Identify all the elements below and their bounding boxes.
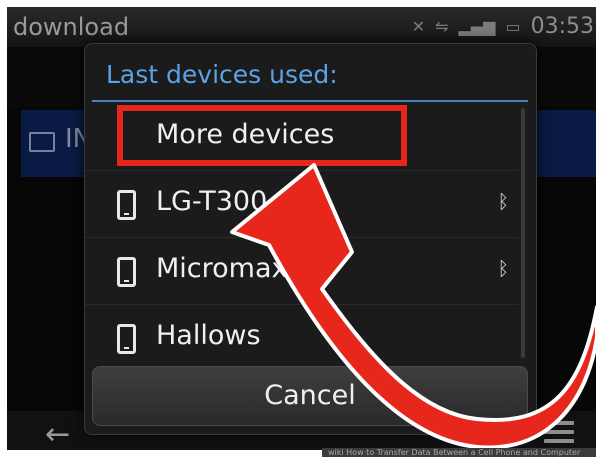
watermark: wiki How to Transfer Data Between a Cell… (322, 448, 596, 457)
annotation-arrow (230, 163, 596, 450)
phone-screen: download ✕ ⇋ ▂▄▆ ▭ 03:53 IN ← Last devic… (7, 7, 596, 450)
